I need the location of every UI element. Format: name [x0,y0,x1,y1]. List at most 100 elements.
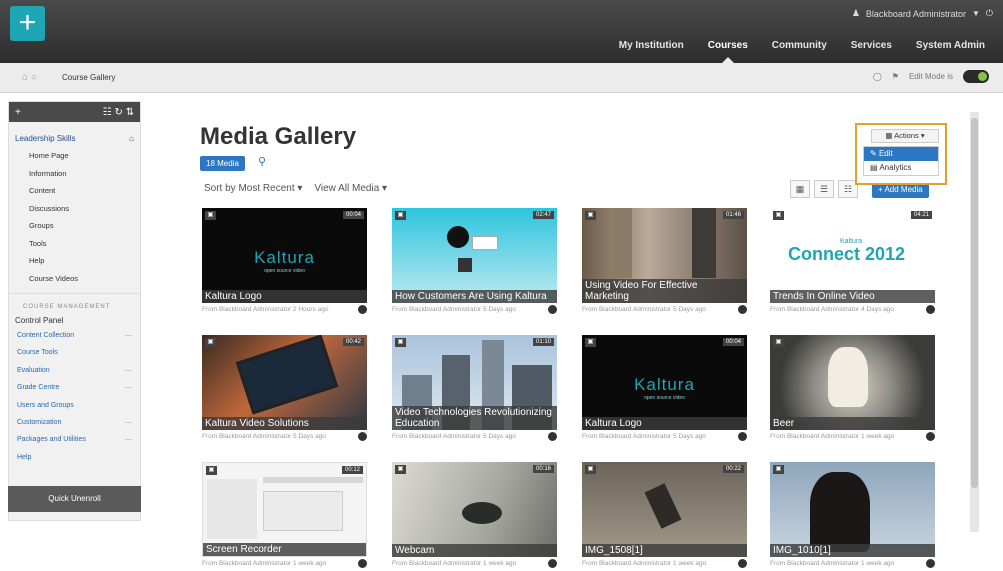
actions-edit[interactable]: ✎ Edit [864,147,938,161]
cp-item[interactable]: Users and Groups [17,397,140,414]
more-options-icon[interactable] [548,305,557,314]
user-menu[interactable]: ♟ Blackboard Administrator ▼ ⏻ [852,8,993,19]
connect-logo: Connect 2012 [788,244,906,264]
home-icon[interactable]: ⌂ ○ [22,72,37,83]
list-view-icon[interactable]: ☰ [814,180,834,198]
media-meta: From Blackboard Administrator 5 Days ago [392,305,557,314]
more-options-icon[interactable] [738,432,747,441]
more-options-icon[interactable] [926,432,935,441]
duration-badge: 00:12 [341,466,363,474]
media-thumbnail[interactable]: ▣ IMG_1010[1] [770,462,935,557]
media-tile[interactable]: ▣ 02:47 How Customers Are Using Kaltura … [392,208,557,318]
media-thumbnail[interactable]: Kaltura open source video ▣ 00:04 Kaltur… [202,208,367,303]
cp-item[interactable]: Customization — [17,414,140,431]
grid-view-icon[interactable]: ▦ [790,180,810,198]
menu-item-tools[interactable]: Tools [29,235,140,253]
more-options-icon[interactable] [548,432,557,441]
media-thumbnail[interactable]: ▣ 01:46 Using Video For Effective Market… [582,208,747,303]
video-type-icon: ▣ [206,466,217,475]
actions-analytics[interactable]: ▤ Analytics [864,161,938,175]
menu-item-home-page[interactable]: Home Page [29,147,140,165]
media-thumbnail[interactable]: ▣ 00:12 Screen Recorder [202,462,367,557]
menu-item-discussions[interactable]: Discussions [29,200,140,218]
media-thumbnail[interactable]: ▣ 01:10 Video Technologies Revolutionizi… [392,335,557,430]
search-icon[interactable]: ⚲ [258,155,266,168]
media-thumbnail[interactable]: ▣ Beer [770,335,935,430]
media-title: Trends In Online Video [770,290,935,303]
media-meta: From Blackboard Administrator 2 Hours ag… [202,305,367,314]
media-thumbnail[interactable]: ▣ 00:16 Webcam [392,462,557,557]
menu-tools-icons[interactable]: ☷ ↻ ⇅ [103,107,134,118]
tab-my-institution[interactable]: My Institution [619,40,684,51]
media-tile[interactable]: Kaltura open source video ▣ 00:04 Kaltur… [202,208,367,318]
media-title: Kaltura Video Solutions [202,417,367,430]
media-tile[interactable]: ▣ Beer From Blackboard Administrator 1 w… [770,335,935,445]
media-tile[interactable]: ▣ 01:46 Using Video For Effective Market… [582,208,747,318]
menu-item-course-videos[interactable]: Course Videos [29,270,140,288]
media-title: Kaltura Logo [582,417,747,430]
quick-unenroll-button[interactable]: Quick Unenroll [8,486,141,512]
menu-item-content[interactable]: Content [29,182,140,200]
video-type-icon: ▣ [585,211,596,220]
scrollbar-thumb[interactable] [971,118,978,488]
menu-item-information[interactable]: Information [29,165,140,183]
course-name: Leadership Skills [15,134,76,143]
actions-button[interactable]: ▦ Actions ▾ [871,129,939,143]
more-options-icon[interactable] [738,305,747,314]
tab-courses[interactable]: Courses [708,40,748,63]
power-icon[interactable]: ⏻ [986,8,993,19]
tab-community[interactable]: Community [772,40,827,51]
more-options-icon[interactable] [926,559,935,568]
refresh-icon[interactable]: ◯ [873,72,882,81]
media-tile[interactable]: ▣ 00:16 Webcam From Blackboard Administr… [392,462,557,571]
cp-item[interactable]: Help [17,449,140,466]
more-options-icon[interactable] [548,559,557,568]
filter-dropdown[interactable]: View All Media ▾ [314,183,387,194]
course-title[interactable]: Leadership Skills ⌂ [9,122,140,147]
media-tile[interactable]: Kaltura open source video ▣ 00:04 Kaltur… [582,335,747,445]
menu-item-help[interactable]: Help [29,252,140,270]
image-type-icon: ▣ [773,338,784,347]
media-thumbnail[interactable]: Kaltura open source video ▣ 00:04 Kaltur… [582,335,747,430]
media-count-badge[interactable]: 18 Media [200,156,245,171]
more-options-icon[interactable] [358,305,367,314]
media-tile[interactable]: ▣ 01:10 Video Technologies Revolutionizi… [392,335,557,445]
media-meta: From Blackboard Administrator 1 week ago [770,559,935,568]
media-tile[interactable]: ▣ 00:22 IMG_1508[1] From Blackboard Admi… [582,462,747,571]
media-thumbnail[interactable]: ▣ 00:22 IMG_1508[1] [582,462,747,557]
bookmark-icon[interactable]: ⚑ [892,72,899,81]
edit-mode-toggle[interactable] [963,70,989,83]
media-tile[interactable]: ▣ 00:42 Kaltura Video Solutions From Bla… [202,335,367,445]
media-meta: From Blackboard Administrator 5 Days ago [582,432,747,441]
media-tile[interactable]: ▣ 00:12 Screen Recorder From Blackboard … [202,462,367,571]
media-meta: From Blackboard Administrator 5 Days ago [582,305,747,314]
scrollbar[interactable] [970,112,979,532]
media-thumbnail[interactable]: ▣ 00:42 Kaltura Video Solutions [202,335,367,430]
menu-item-groups[interactable]: Groups [29,217,140,235]
control-panel-heading[interactable]: Control Panel [9,310,140,327]
control-panel-list: Content Collection — Course Tools Evaluat… [9,327,140,466]
media-tile[interactable]: ▣ IMG_1010[1] From Blackboard Administra… [770,462,935,571]
top-bar: + ♟ Blackboard Administrator ▼ ⏻ My Inst… [0,0,1003,63]
media-thumbnail[interactable]: ▣ 02:47 How Customers Are Using Kaltura [392,208,557,303]
tab-services[interactable]: Services [851,40,892,51]
more-options-icon[interactable] [358,559,367,568]
cp-item[interactable]: Content Collection — [17,327,140,344]
add-menu-item-icon[interactable]: + [15,107,21,118]
tab-system-admin[interactable]: System Admin [916,40,985,51]
more-options-icon[interactable] [738,559,747,568]
media-tile[interactable]: Kaltura Connect 2012 ▣ 04:21 Trends In O… [770,208,935,318]
cp-item[interactable]: Packages and Utilities — [17,431,140,448]
cp-item[interactable]: Course Tools [17,344,140,361]
more-options-icon[interactable] [358,432,367,441]
kaltura-logo: Kaltura [634,375,695,394]
media-thumbnail[interactable]: Kaltura Connect 2012 ▣ 04:21 Trends In O… [770,208,935,303]
kaltura-tagline: open source video [264,268,305,274]
add-icon[interactable]: + [10,6,45,41]
chevron-down-icon[interactable]: ▼ [972,9,980,18]
cp-item[interactable]: Grade Centre — [17,379,140,396]
duration-badge: 00:04 [342,211,364,219]
more-options-icon[interactable] [926,305,935,314]
sort-dropdown[interactable]: Sort by Most Recent ▾ [204,183,302,194]
cp-item[interactable]: Evaluation — [17,362,140,379]
